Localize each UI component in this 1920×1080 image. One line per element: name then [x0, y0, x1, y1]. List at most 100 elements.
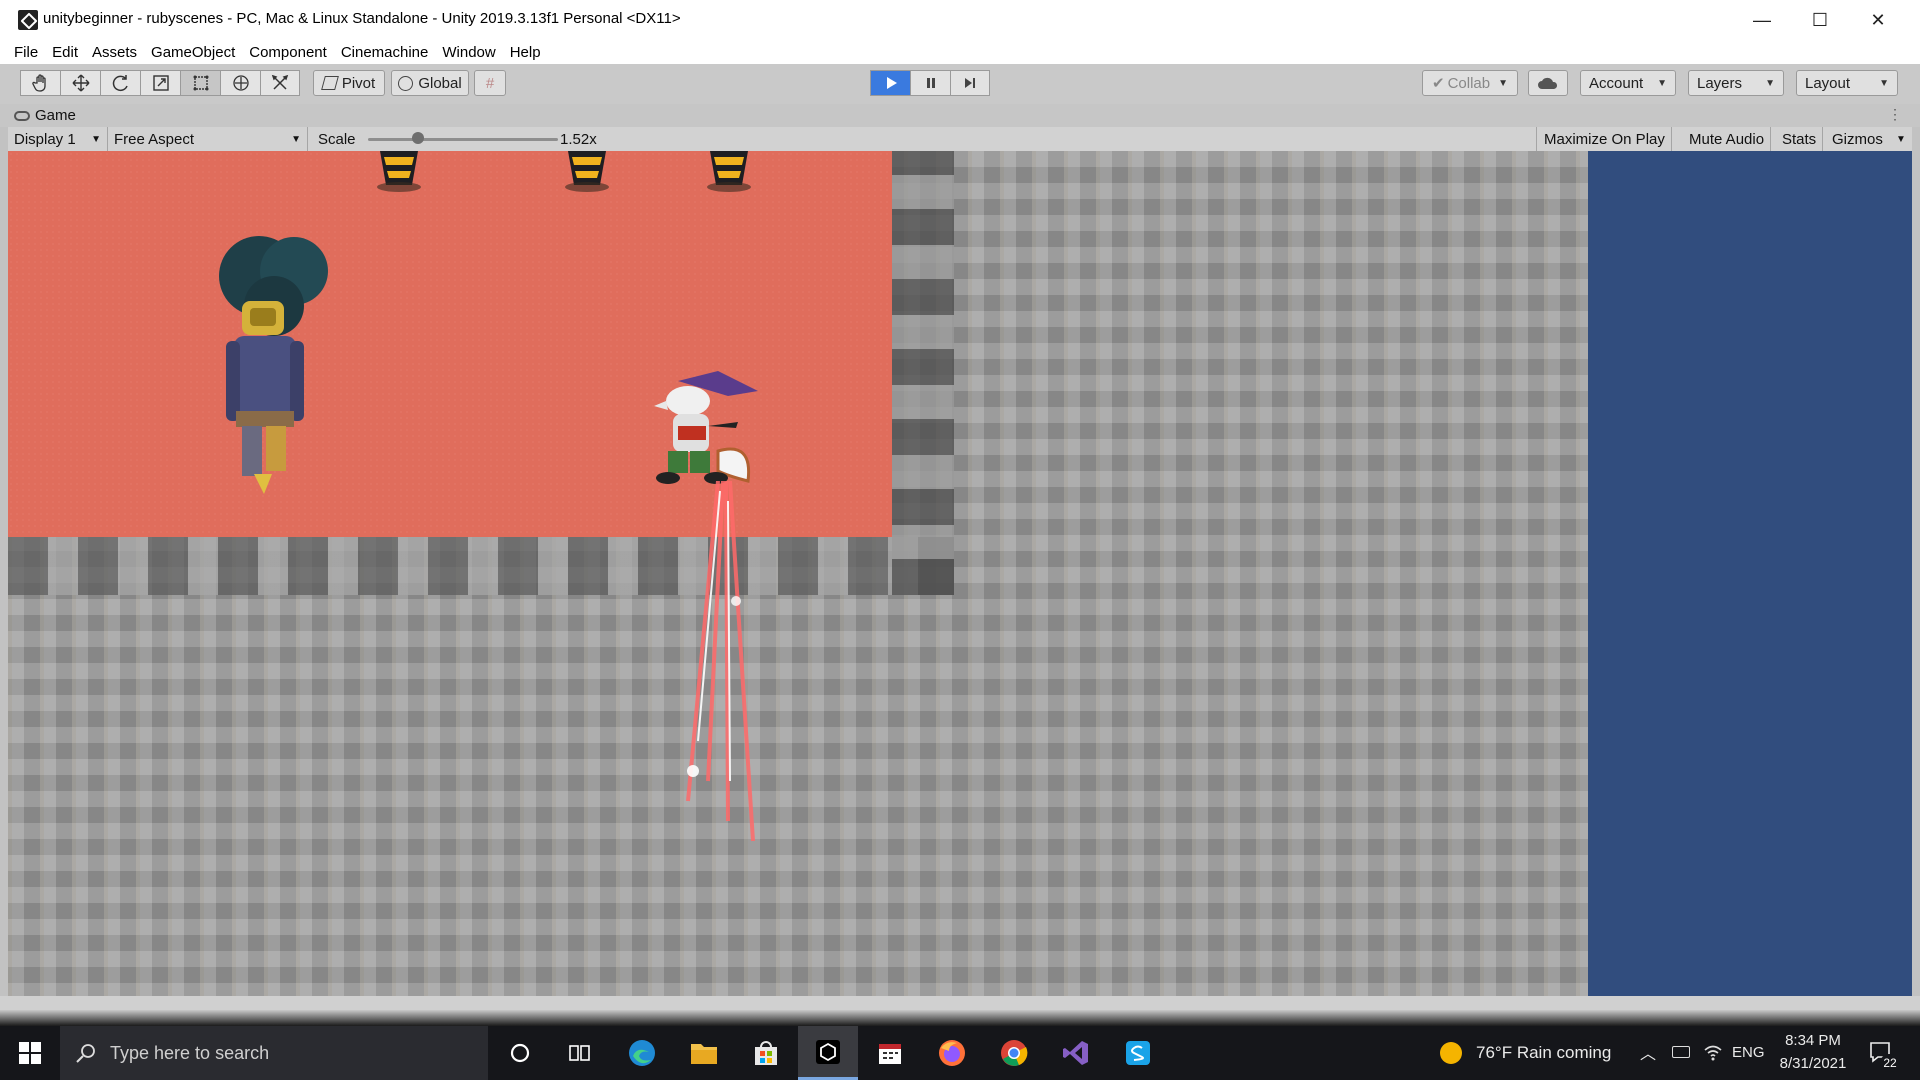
pivot-label: Pivot [341, 74, 376, 92]
app-s-button[interactable] [1108, 1026, 1168, 1080]
store-button[interactable] [736, 1026, 796, 1080]
start-button[interactable] [0, 1026, 60, 1080]
traffic-cone-sprite [707, 151, 751, 192]
scale-label: Scale [318, 130, 356, 148]
minimize-button[interactable]: — [1733, 0, 1791, 40]
snap-increment-button[interactable]: # [474, 70, 506, 96]
scale-value: 1.52x [560, 130, 597, 148]
unity-taskbar-button[interactable] [798, 1026, 858, 1080]
notification-count-badge: 22 [1880, 1054, 1900, 1072]
close-button[interactable]: ✕ [1849, 0, 1907, 40]
rect-tool-icon[interactable] [180, 70, 220, 96]
aspect-dropdown[interactable]: Free Aspect ▼ [108, 127, 308, 151]
visual-studio-icon [1063, 1041, 1088, 1065]
stats-toggle[interactable]: Stats [1776, 127, 1824, 151]
stone-wall-vertical [892, 151, 954, 595]
chevron-down-icon: ▼ [291, 133, 301, 145]
step-button[interactable] [950, 70, 990, 96]
menu-edit[interactable]: Edit [45, 44, 85, 61]
global-toggle[interactable]: Global [391, 70, 469, 96]
chevron-down-icon: ▼ [1765, 77, 1775, 89]
wifi-icon[interactable] [1703, 1042, 1723, 1062]
maximize-on-play-toggle[interactable]: Maximize On Play [1538, 127, 1672, 151]
search-placeholder: Type here to search [110, 1042, 270, 1063]
divider [1536, 127, 1537, 151]
calendar-app-button[interactable] [860, 1026, 920, 1080]
camera-background [1588, 151, 1912, 996]
pause-button[interactable] [910, 70, 950, 96]
weather-text[interactable]: 76°F Rain coming [1476, 1043, 1611, 1063]
menu-file[interactable]: File [0, 44, 45, 61]
global-label: Global [418, 74, 462, 92]
account-label: Account [1589, 74, 1644, 92]
tab-game[interactable]: Game [14, 104, 76, 127]
mute-audio-toggle[interactable]: Mute Audio [1683, 127, 1772, 151]
step-icon [965, 78, 975, 88]
chevron-up-icon[interactable]: ︿ [1640, 1040, 1656, 1064]
windows-taskbar: Type here to search 76°F Rain coming ︿ E… [0, 1026, 1920, 1080]
clock-time[interactable]: 8:34 PM [1778, 1032, 1848, 1049]
battery-icon[interactable] [1672, 1046, 1690, 1058]
chevron-down-icon: ▼ [91, 133, 101, 145]
scale-tool-icon[interactable] [140, 70, 180, 96]
menu-cinemachine[interactable]: Cinemachine [334, 44, 436, 61]
playback-controls [870, 70, 990, 96]
pivot-icon [320, 76, 339, 90]
firefox-button[interactable] [922, 1026, 982, 1080]
display-label: Display 1 [14, 130, 76, 148]
chevron-down-icon: ▼ [1879, 77, 1889, 89]
menu-window[interactable]: Window [435, 44, 502, 61]
task-view-button[interactable] [550, 1026, 610, 1080]
play-button[interactable] [870, 70, 910, 96]
unity-app-icon [18, 10, 38, 30]
taskbar-search[interactable]: Type here to search [60, 1026, 488, 1080]
file-explorer-button[interactable] [674, 1026, 734, 1080]
calendar-icon [879, 1044, 901, 1064]
scale-slider-handle[interactable] [412, 132, 424, 144]
collab-label: Collab [1447, 74, 1491, 92]
file-explorer-icon [691, 1044, 717, 1064]
game-view-toolbar: Display 1 ▼ Free Aspect ▼ Scale 1.52x Ma… [8, 127, 1912, 152]
editor-bottom-edge [0, 1010, 1920, 1026]
store-icon [755, 1041, 777, 1065]
chrome-icon [1001, 1040, 1028, 1066]
language-indicator[interactable]: ENG [1732, 1044, 1765, 1061]
maximize-button[interactable]: ☐ [1791, 0, 1849, 40]
window-title: unitybeginner - rubyscenes - PC, Mac & L… [43, 10, 681, 27]
layout-dropdown[interactable]: Layout ▼ [1796, 70, 1898, 96]
search-icon [76, 1044, 95, 1063]
visual-studio-button[interactable] [1046, 1026, 1106, 1080]
custom-tool-icon[interactable] [260, 70, 300, 96]
cortana-button[interactable] [490, 1026, 550, 1080]
transform-tool-icon[interactable] [220, 70, 260, 96]
pause-icon [926, 78, 935, 88]
globe-icon [398, 75, 414, 91]
hand-tool-icon[interactable] [20, 70, 60, 96]
stone-wall-horizontal [8, 537, 954, 595]
display-dropdown[interactable]: Display 1 ▼ [8, 127, 108, 151]
gizmos-toggle[interactable]: Gizmos [1826, 127, 1889, 151]
menu-assets[interactable]: Assets [85, 44, 144, 61]
scale-slider-track[interactable] [368, 138, 558, 141]
clock-date[interactable]: 8/31/2021 [1773, 1055, 1853, 1072]
collab-dropdown[interactable]: ✔ Collab ▼ [1422, 70, 1518, 96]
menu-gameobject[interactable]: GameObject [144, 44, 242, 61]
move-tool-icon[interactable] [60, 70, 100, 96]
edge-icon [629, 1040, 655, 1066]
layers-dropdown[interactable]: Layers ▼ [1688, 70, 1784, 96]
weather-sun-icon [1440, 1042, 1462, 1064]
cloud-button[interactable] [1528, 70, 1568, 96]
title-bar: unitybeginner - rubyscenes - PC, Mac & L… [0, 0, 1920, 40]
rotate-tool-icon[interactable] [100, 70, 140, 96]
cloud-icon [1538, 77, 1558, 89]
gizmos-dropdown-icon[interactable]: ▼ [1896, 127, 1906, 151]
pivot-toggle[interactable]: Pivot [313, 70, 385, 96]
edge-button[interactable] [612, 1026, 672, 1080]
game-viewport[interactable] [8, 151, 1912, 996]
grid-snap-icon: # [485, 74, 495, 92]
menu-component[interactable]: Component [242, 44, 334, 61]
account-dropdown[interactable]: Account ▼ [1580, 70, 1676, 96]
panel-menu-icon[interactable]: ⋮ [1888, 106, 1902, 123]
chrome-button[interactable] [984, 1026, 1044, 1080]
menu-help[interactable]: Help [503, 44, 548, 61]
